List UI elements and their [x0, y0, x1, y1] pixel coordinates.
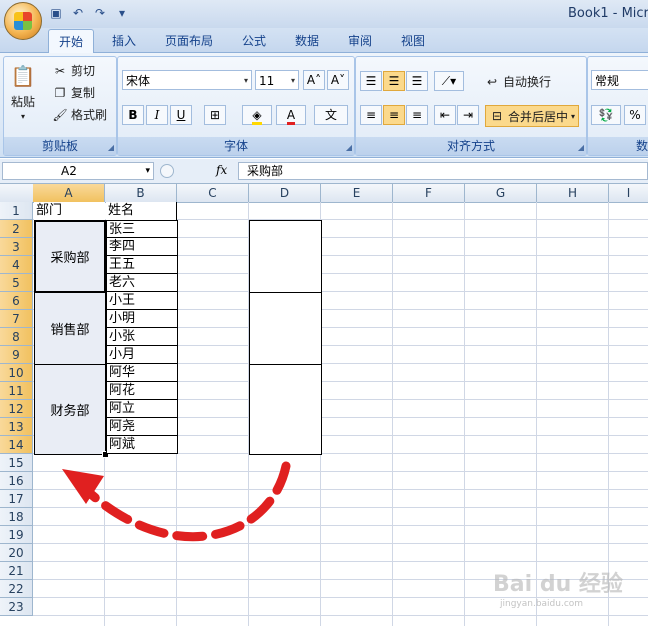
- office-logo-icon: [14, 12, 32, 30]
- curved-arrow-annotation: [62, 461, 291, 542]
- baidu-watermark-url: jingyan.baidu.com: [500, 599, 584, 609]
- baidu-watermark: Bai du 经验: [493, 572, 623, 597]
- office-button[interactable]: [4, 2, 42, 40]
